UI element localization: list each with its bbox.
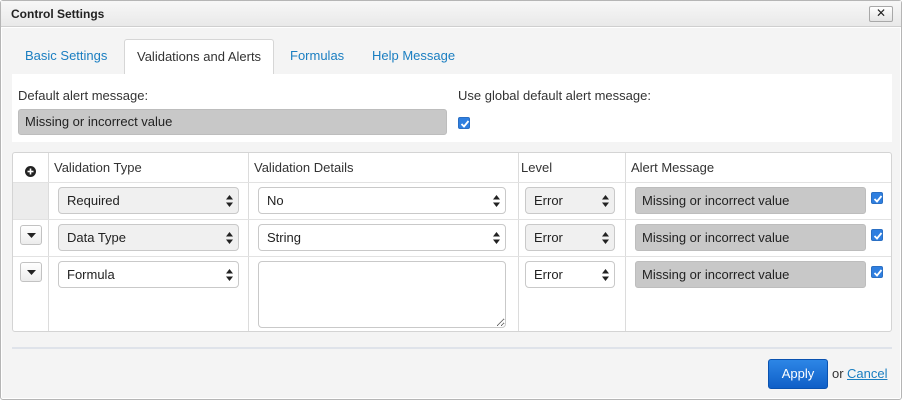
- column-divider: [518, 153, 519, 331]
- default-alert-panel: Default alert message: Missing or incorr…: [12, 74, 892, 142]
- checkmark-icon: [873, 195, 883, 203]
- select-arrows-icon: [602, 269, 609, 281]
- dialog-body: Basic Settings Validations and Alerts Fo…: [2, 28, 900, 398]
- apply-button[interactable]: Apply: [768, 359, 828, 389]
- checkmark-icon: [460, 120, 470, 128]
- formula-details-textarea[interactable]: [258, 261, 506, 328]
- title-bar: Control Settings ✕: [1, 1, 901, 27]
- column-divider: [625, 153, 626, 331]
- caret-down-icon: [27, 270, 36, 275]
- row-divider: [13, 256, 891, 257]
- add-row-icon[interactable]: [25, 166, 36, 177]
- global-default-checkbox[interactable]: [458, 117, 470, 129]
- alert-message-input[interactable]: Missing or incorrect value: [635, 261, 866, 288]
- caret-down-icon: [27, 233, 36, 238]
- validation-type-value: Formula: [67, 267, 115, 282]
- alert-message-input[interactable]: Missing or incorrect value: [635, 187, 866, 214]
- alert-message-input[interactable]: Missing or incorrect value: [635, 224, 866, 251]
- tab-help-message[interactable]: Help Message: [360, 39, 467, 75]
- or-text: or: [832, 366, 844, 381]
- level-value: Error: [534, 230, 563, 245]
- validation-details-value: No: [267, 193, 284, 208]
- validation-type-value: Data Type: [67, 230, 127, 245]
- tab-basic-settings[interactable]: Basic Settings: [13, 39, 119, 75]
- header-validation-type: Validation Type: [54, 160, 142, 175]
- row-menu-button[interactable]: [20, 225, 42, 245]
- validation-details-value: String: [267, 230, 301, 245]
- select-arrows-icon: [226, 269, 233, 281]
- header-validation-details: Validation Details: [254, 160, 354, 175]
- alert-enabled-checkbox[interactable]: [871, 192, 883, 204]
- validation-type-select[interactable]: Formula: [58, 261, 239, 288]
- row-divider: [13, 219, 891, 220]
- level-select[interactable]: Error: [525, 187, 615, 214]
- close-button[interactable]: ✕: [869, 6, 893, 22]
- select-arrows-icon: [493, 195, 500, 207]
- default-alert-input[interactable]: Missing or incorrect value: [18, 109, 447, 135]
- cancel-link[interactable]: Cancel: [847, 366, 887, 381]
- control-settings-dialog: Control Settings ✕ Basic Settings Valida…: [0, 0, 902, 400]
- row-menu-button[interactable]: [20, 262, 42, 282]
- validation-type-select[interactable]: Data Type: [58, 224, 239, 251]
- dialog-title: Control Settings: [11, 7, 105, 21]
- checkmark-icon: [873, 269, 883, 277]
- validations-table: Validation Type Validation Details Level…: [12, 152, 892, 332]
- validation-type-select[interactable]: Required: [58, 187, 239, 214]
- tab-formulas[interactable]: Formulas: [278, 39, 356, 75]
- level-select[interactable]: Error: [525, 261, 615, 288]
- select-arrows-icon: [602, 195, 609, 207]
- select-arrows-icon: [226, 195, 233, 207]
- select-arrows-icon: [493, 232, 500, 244]
- row-shade: [13, 183, 48, 219]
- level-value: Error: [534, 193, 563, 208]
- level-select[interactable]: Error: [525, 224, 615, 251]
- select-arrows-icon: [226, 232, 233, 244]
- row-divider: [13, 182, 891, 183]
- header-level: Level: [521, 160, 553, 175]
- header-alert-message: Alert Message: [631, 160, 715, 175]
- validation-details-select[interactable]: No: [258, 187, 506, 214]
- alert-enabled-checkbox[interactable]: [871, 229, 883, 241]
- alert-enabled-checkbox[interactable]: [871, 266, 883, 278]
- default-alert-label: Default alert message:: [18, 88, 149, 103]
- checkmark-icon: [873, 232, 883, 240]
- column-divider: [248, 153, 249, 331]
- global-default-label: Use global default alert message:: [458, 88, 651, 103]
- validation-details-select[interactable]: String: [258, 224, 506, 251]
- tab-validations-and-alerts[interactable]: Validations and Alerts: [124, 39, 275, 75]
- validation-type-value: Required: [67, 193, 120, 208]
- footer-divider: [12, 347, 892, 349]
- select-arrows-icon: [602, 232, 609, 244]
- column-divider: [48, 153, 49, 331]
- level-value: Error: [534, 267, 563, 282]
